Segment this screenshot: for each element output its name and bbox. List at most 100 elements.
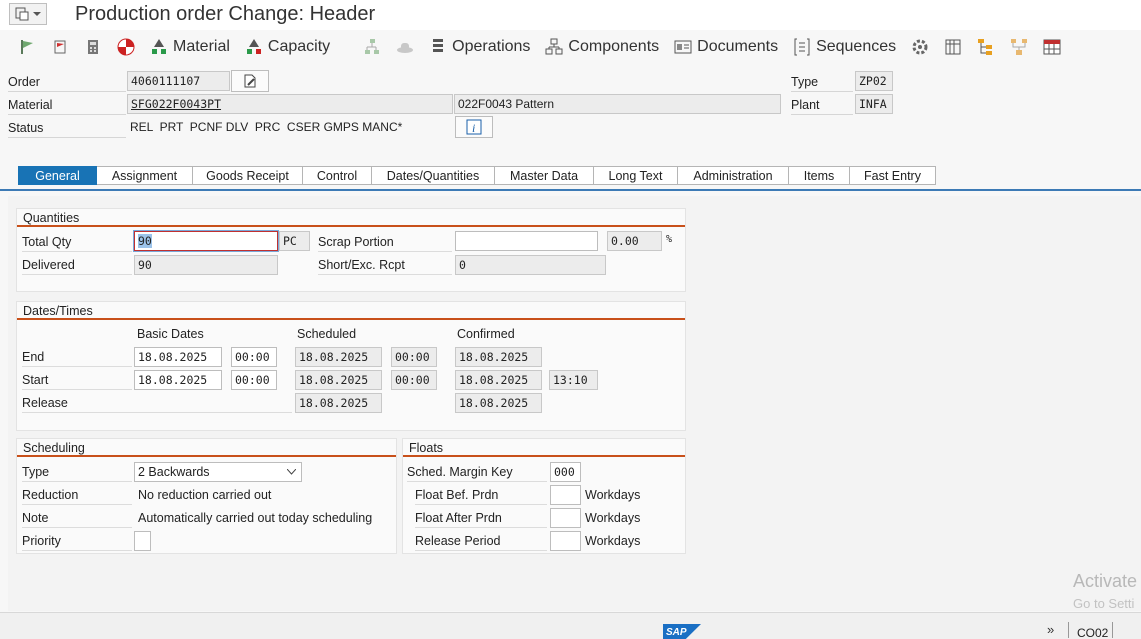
documents-label: Documents [697,38,779,55]
page-title: Production order Change: Header [75,3,376,25]
sched-type-dropdown[interactable]: 2 Backwards [134,462,302,482]
start-conf-date: 18.08.2025 [455,370,542,390]
plant-field[interactable]: INFA [855,94,893,114]
sap-logo: SAP [663,624,701,639]
hat-button[interactable] [396,38,414,56]
release-period-label: Release Period [415,531,547,551]
dates-times-title: Dates/Times [17,302,685,320]
reduction-label: Reduction [22,485,132,505]
end-sched-date: 18.08.2025 [295,347,382,367]
status-info-button[interactable]: i [455,116,493,138]
scheduling-title: Scheduling [17,439,396,457]
capacity-button[interactable]: Capacity [245,38,330,56]
tab-control[interactable]: Control [303,166,372,185]
order-field[interactable]: 4060111107 [127,71,230,91]
status-value: REL PRT PCNF DLV PRC CSER GMPS MANC* [130,120,403,134]
material-field[interactable]: SFG022F0043PT [127,94,453,114]
percent-sign: % [666,234,673,245]
total-qty-value: 90 [138,234,152,248]
end-sched-time: 00:00 [391,347,437,367]
release-flag-icon [51,38,69,56]
total-qty-input[interactable]: 90 [133,230,279,252]
start-sched-date: 18.08.2025 [295,370,382,390]
tab-goods-receipt[interactable]: Goods Receipt [193,166,303,185]
check-button[interactable] [117,38,135,56]
short-exc-field: 0 [455,255,606,275]
activation-watermark-sub: Go to Setti [1073,596,1135,611]
menu-button[interactable] [9,3,47,25]
edit-icon [244,74,256,88]
structure-icon [977,38,995,56]
start-label: Start [22,370,132,390]
priority-label: Priority [22,531,132,551]
margin-key-label: Sched. Margin Key [407,462,547,482]
settings-button[interactable] [911,38,929,56]
release-button[interactable] [51,38,69,56]
edit-order-button[interactable] [231,70,269,92]
order-label: Order [8,72,126,92]
activation-watermark: Activate [1073,571,1138,591]
expand-status-icon[interactable]: » [1047,622,1054,637]
start-basic-date-input[interactable]: 18.08.2025 [134,370,222,390]
tab-assignment[interactable]: Assignment [97,166,193,185]
float-before-label: Float Bef. Prdn [415,485,547,505]
stop-circle-icon [117,38,135,56]
status-divider [1068,622,1069,638]
tab-administration[interactable]: Administration [678,166,789,185]
hat-icon [396,38,414,56]
tab-long-text[interactable]: Long Text [594,166,678,185]
components-button[interactable]: Components [545,38,659,56]
tab-master-data[interactable]: Master Data [495,166,594,185]
release-label: Release [22,393,292,413]
table-button[interactable] [944,38,962,56]
flag-button[interactable] [18,38,36,56]
tab-general[interactable]: General [18,166,97,185]
type-label: Type [791,72,853,92]
sequences-button[interactable]: Sequences [793,38,896,56]
start-conf-time: 13:10 [549,370,598,390]
type-field[interactable]: ZP02 [855,71,893,91]
scheduled-header: Scheduled [297,327,357,341]
svg-text:i: i [472,121,475,135]
sched-type-label: Type [22,462,132,482]
scrap-portion-input[interactable] [455,231,598,251]
float-after-input[interactable] [550,508,581,528]
confirmed-header: Confirmed [457,327,515,341]
tab-items[interactable]: Items [789,166,850,185]
float-before-input[interactable] [550,485,581,505]
tab-fast-entry[interactable]: Fast Entry [850,166,936,185]
end-basic-date-input[interactable]: 18.08.2025 [134,347,222,367]
priority-input[interactable] [134,531,151,551]
release-sched-date: 18.08.2025 [295,393,382,413]
chevron-down-icon [287,469,296,475]
application-toolbar: Material Capacity Operations Components … [0,30,1141,64]
end-label: End [22,347,132,367]
end-basic-time-input[interactable]: 00:00 [231,347,277,367]
status-bar: SAP » CO02 [0,612,1141,639]
start-sched-time: 00:00 [391,370,437,390]
material-button[interactable]: Material [150,38,230,56]
title-bar: Production order Change: Header [0,0,1141,30]
material-label: Material [173,38,230,55]
operations-label: Operations [452,38,531,55]
hierarchy-button[interactable] [363,38,381,56]
margin-key-input[interactable]: 000 [550,462,581,482]
structure-button[interactable] [977,38,995,56]
documents-button[interactable]: Documents [674,38,778,56]
sched-type-value: 2 Backwards [138,465,210,479]
components-icon [545,38,563,56]
grid-button[interactable] [1043,38,1061,56]
network-button[interactable] [1010,38,1028,56]
plant-label: Plant [791,95,853,115]
release-period-input[interactable] [550,531,581,551]
operations-button[interactable]: Operations [429,38,530,56]
unit-field: PC [279,231,310,251]
gear-icon [911,38,929,56]
start-basic-time-input[interactable]: 00:00 [231,370,277,390]
tab-dates-quantities[interactable]: Dates/Quantities [372,166,495,185]
calculator-button[interactable] [84,38,102,56]
quantities-title: Quantities [17,209,685,227]
calculator-icon [84,38,102,56]
material-label: Material [8,95,126,115]
float-after-label: Float After Prdn [415,508,547,528]
